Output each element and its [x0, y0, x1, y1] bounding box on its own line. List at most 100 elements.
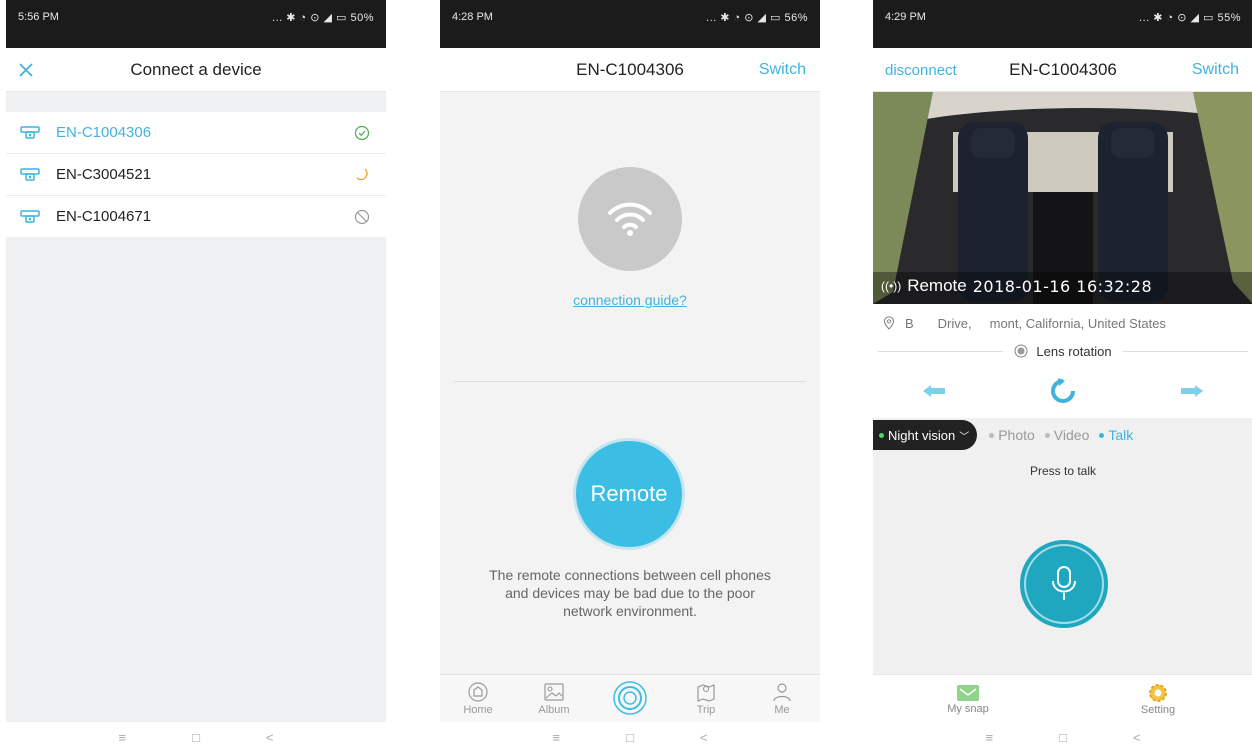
moon-icon — [352, 167, 372, 183]
wifi-button[interactable] — [578, 167, 682, 271]
rotate-right-button[interactable] — [1179, 383, 1205, 404]
status-bar: 5:56 PM ... ✱ ◔ ⊙ ◢ ▭ 50% — [6, 0, 386, 48]
arrow-right-icon — [1181, 384, 1203, 397]
disconnect-button[interactable]: disconnect — [885, 48, 957, 92]
overlay-timestamp: 2018-01-16 16:32:28 — [972, 276, 1153, 296]
video-overlay: ((•)) Remote 2018-01-16 16:32:28 — [881, 276, 1152, 296]
mode-label: Talk — [1108, 427, 1134, 443]
chevron-down-icon: ﹀ — [959, 431, 970, 443]
camera-icon — [20, 125, 42, 140]
tab-bar: My snap Setting — [873, 674, 1252, 722]
tab-my-snap[interactable]: My snap — [928, 683, 1008, 715]
blocked-icon — [352, 209, 372, 225]
status-time: 4:28 PM — [452, 11, 493, 23]
status-indicators: ... ✱ ◔ ⊙ ◢ ▭ 50% — [272, 12, 374, 24]
address-part: Drive, — [937, 315, 972, 331]
page-title: EN-C1004306 — [576, 59, 684, 79]
wifi-icon — [608, 202, 652, 236]
tab-label: My snap — [947, 702, 989, 715]
tab-setting[interactable]: Setting — [1118, 682, 1198, 716]
status-time: 5:56 PM — [18, 11, 59, 23]
location-pin-icon — [883, 316, 895, 330]
status-indicators: ... ✱ ◔ ⊙ ◢ ▭ 55% — [1139, 12, 1241, 24]
nav-bar: Connect a device — [6, 48, 386, 92]
page-title: EN-C1004306 — [1009, 59, 1117, 79]
camera-icon — [20, 209, 42, 224]
status-bar: 4:29 PM ... ✱ ◔ ⊙ ◢ ▭ 55% — [873, 0, 1252, 48]
mode-label: Photo — [998, 427, 1035, 443]
system-nav-bar: ≡ □ < — [873, 722, 1252, 752]
night-vision-label: Night vision — [888, 427, 956, 443]
home-icon — [468, 682, 488, 702]
album-icon — [544, 683, 564, 701]
tab-label: Home — [463, 704, 493, 716]
remote-button[interactable]: Remote — [576, 441, 682, 547]
device-list: EN-C1004306 EN-C3004521 EN-C1004671 — [6, 112, 386, 238]
back-key[interactable]: < — [1133, 730, 1141, 745]
page-title: Connect a device — [130, 59, 262, 79]
press-to-talk-label: Press to talk — [1029, 464, 1097, 478]
home-key[interactable]: □ — [1059, 730, 1067, 745]
rotate-button[interactable] — [1049, 377, 1077, 410]
close-button[interactable] — [18, 48, 34, 92]
screen-connect-device: 5:56 PM ... ✱ ◔ ⊙ ◢ ▭ 50% Connect a devi… — [6, 0, 386, 752]
connection-guide-link[interactable]: connection guide? — [440, 292, 820, 308]
remote-content: connection guide? Remote The remote conn… — [440, 92, 820, 674]
device-row[interactable]: EN-C1004671 — [6, 196, 386, 238]
lens-text: Lens rotation — [1036, 343, 1112, 359]
night-vision-toggle[interactable]: Night vision ﹀ — [873, 420, 978, 450]
check-circle-icon — [352, 125, 372, 141]
device-name: EN-C1004671 — [56, 208, 152, 225]
live-video[interactable]: ((•)) Remote 2018-01-16 16:32:28 — [873, 92, 1252, 304]
menu-key[interactable]: ≡ — [118, 730, 126, 745]
nav-bar: EN-C1004306 Switch — [440, 48, 820, 92]
menu-key[interactable]: ≡ — [985, 730, 993, 745]
device-name: EN-C1004306 — [56, 124, 152, 141]
device-name: EN-C3004521 — [56, 166, 152, 183]
switch-button[interactable]: Switch — [759, 48, 806, 92]
home-key[interactable]: □ — [192, 730, 200, 745]
mode-photo[interactable]: Photo — [989, 427, 1035, 443]
tab-album[interactable]: Album — [524, 681, 584, 716]
address-part: mont, California, United States — [989, 315, 1166, 331]
lens-rotation-label: Lens rotation — [873, 340, 1252, 362]
screen-live-view: 4:29 PM ... ✱ ◔ ⊙ ◢ ▭ 55% disconnect EN-… — [873, 0, 1252, 752]
tab-connect[interactable] — [600, 680, 660, 717]
mode-bar: Night vision ﹀ Photo Video Talk — [873, 420, 1252, 450]
back-key[interactable]: < — [266, 730, 274, 745]
mode-video[interactable]: Video — [1044, 427, 1089, 443]
status-time: 4:29 PM — [885, 11, 926, 23]
lens-controls — [873, 376, 1252, 410]
device-row[interactable]: EN-C3004521 — [6, 154, 386, 196]
arrow-left-icon — [923, 384, 945, 397]
status-bar: 4:28 PM ... ✱ ◔ ⊙ ◢ ▭ 56% — [440, 0, 820, 48]
status-indicators: ... ✱ ◔ ⊙ ◢ ▭ 56% — [706, 12, 808, 24]
switch-button[interactable]: Switch — [1192, 48, 1239, 92]
tab-home[interactable]: Home — [448, 681, 508, 716]
microphone-icon — [1052, 566, 1076, 600]
snap-icon — [957, 684, 979, 701]
nav-bar: disconnect EN-C1004306 Switch — [873, 48, 1252, 92]
device-row[interactable]: EN-C1004306 — [6, 112, 386, 154]
me-icon — [773, 683, 791, 702]
tab-bar: Home Album Trip Me — [440, 674, 820, 722]
menu-key[interactable]: ≡ — [552, 730, 560, 745]
back-key[interactable]: < — [700, 730, 708, 745]
home-key[interactable]: □ — [626, 730, 634, 745]
screen-remote-connect: 4:28 PM ... ✱ ◔ ⊙ ◢ ▭ 56% EN-C1004306 Sw… — [440, 0, 820, 752]
rotate-icon — [1051, 377, 1075, 403]
talk-button[interactable] — [1020, 540, 1108, 628]
tab-trip[interactable]: Trip — [676, 681, 736, 716]
mode-talk[interactable]: Talk — [1099, 427, 1133, 443]
control-panel: Night vision ﹀ Photo Video Talk Press to… — [873, 418, 1252, 674]
rotate-left-button[interactable] — [921, 383, 947, 404]
overlay-mode: Remote — [907, 276, 967, 295]
remote-note: The remote connections between cell phon… — [489, 567, 771, 619]
trip-icon — [697, 684, 715, 702]
tab-label: Setting — [1140, 703, 1176, 716]
tab-label: Album — [538, 704, 570, 716]
signal-icon: ((•)) — [881, 279, 902, 293]
device-list-area: EN-C1004306 EN-C3004521 EN-C1004671 — [6, 92, 386, 722]
tab-me[interactable]: Me — [752, 681, 812, 716]
status-dot — [879, 432, 884, 438]
